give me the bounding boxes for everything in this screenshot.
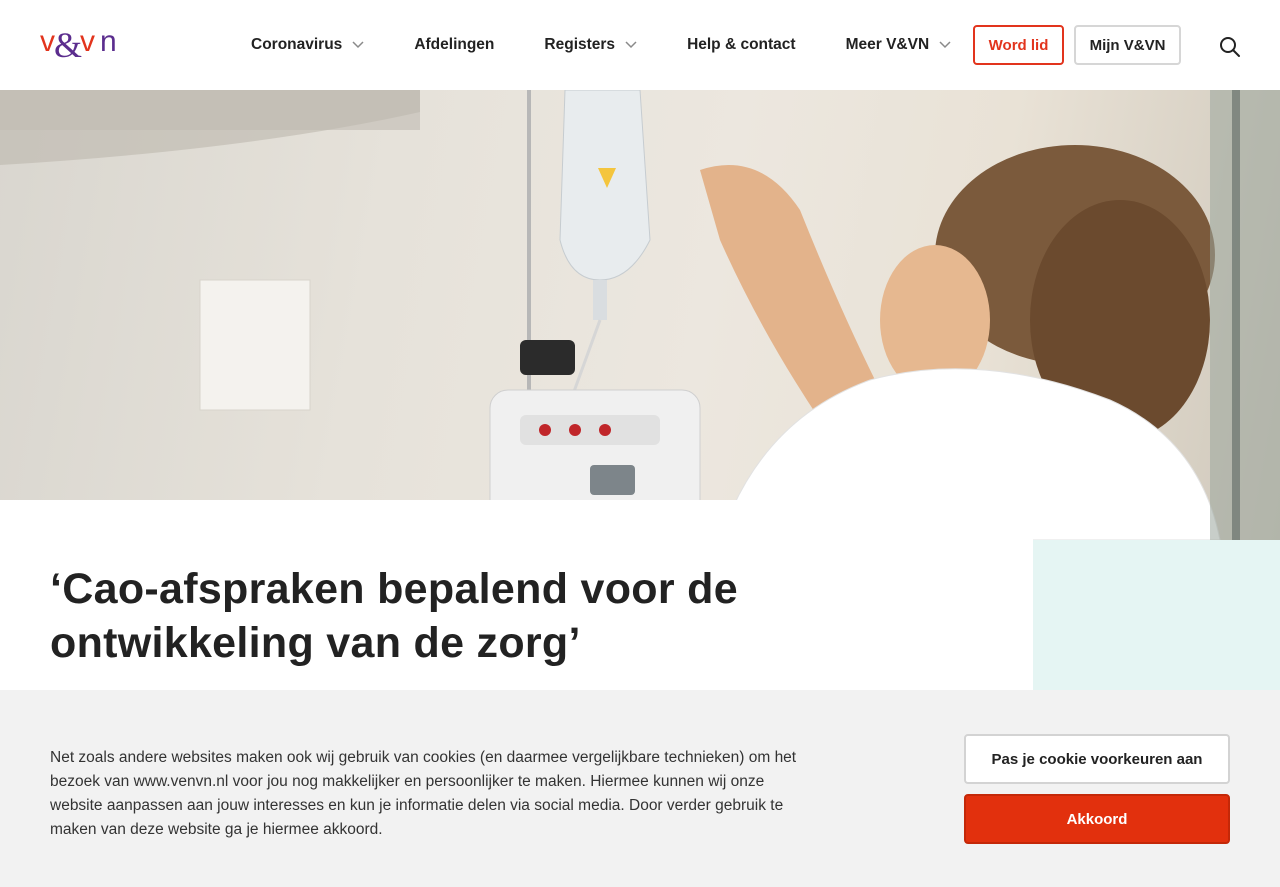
chevron-down-icon [352, 41, 364, 49]
cookie-text: Net zoals andere websites maken ook wij … [50, 749, 797, 838]
nav-item-afdelingen[interactable]: Afdelingen [414, 36, 494, 54]
nav-label: Afdelingen [414, 36, 495, 53]
search-icon[interactable] [1218, 35, 1242, 59]
svg-text:v: v [80, 27, 95, 58]
nav-item-meer-vvn[interactable]: Meer V&VN [846, 36, 952, 54]
mijn-vvn-button[interactable]: Mijn V&VN [1074, 25, 1181, 65]
nav-item-registers[interactable]: Registers [544, 36, 637, 54]
chevron-down-icon [939, 41, 951, 49]
hero-illustration [0, 90, 1280, 540]
nav-label: Registers [544, 36, 616, 53]
cookie-accept-button[interactable]: Akkoord [964, 794, 1230, 844]
nav-label: Meer V&VN [845, 36, 930, 53]
nav-item-help-contact[interactable]: Help & contact [687, 36, 796, 54]
vvn-logo[interactable]: v & v n [40, 27, 136, 63]
nav-item-coronavirus[interactable]: Coronavirus [251, 36, 364, 54]
cookie-banner: Net zoals andere websites maken ook wij … [0, 690, 1280, 887]
svg-text:n: n [100, 27, 117, 58]
svg-text:&: & [54, 27, 82, 63]
hero-image [0, 90, 1280, 540]
word-lid-button[interactable]: Word lid [973, 25, 1064, 65]
site-header: v & v n Coronavirus Afdelingen Registers… [0, 0, 1280, 90]
decorative-mint-block [1033, 540, 1280, 700]
nav-label: Help & contact [687, 36, 796, 53]
main-nav: Coronavirus Afdelingen Registers Help & … [251, 0, 1001, 90]
cookie-preferences-button[interactable]: Pas je cookie voorkeuren aan [964, 734, 1230, 784]
svg-text:v: v [40, 27, 55, 58]
nav-label: Coronavirus [251, 36, 343, 53]
article-title: ‘Cao-afspraken bepalend voor de ontwikke… [50, 565, 738, 667]
chevron-down-icon [625, 41, 637, 49]
